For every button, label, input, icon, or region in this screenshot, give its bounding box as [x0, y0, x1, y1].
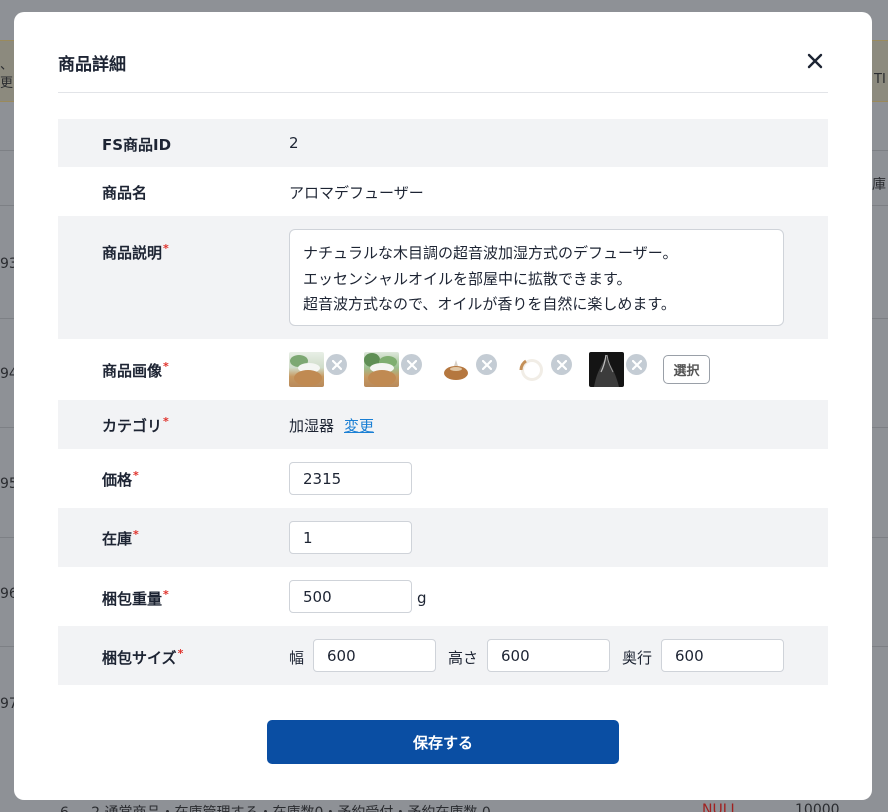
diffuser-image	[444, 360, 468, 380]
select-image-button[interactable]: 選択	[663, 355, 710, 384]
row-images: 商品画像* 選択	[58, 339, 828, 400]
diffuser-image	[364, 353, 397, 386]
modal-header: 商品詳細	[58, 12, 828, 93]
diffuser-image	[519, 359, 543, 381]
images-label: 商品画像*	[102, 360, 169, 381]
close-icon	[631, 359, 642, 370]
package-weight-label-text: 梱包重量	[102, 590, 163, 608]
category-value: 加湿器	[289, 417, 335, 435]
product-detail-modal: 商品詳細 FS商品ID 2 商品名 アロマデフューザー 商品説明* ナチュラルな…	[14, 12, 872, 800]
name-label: 商品名	[102, 184, 148, 202]
background-row-text: 6 2 通常商品・在庫管理する・在庫数0・予約受付・予約在庫数 0	[60, 802, 491, 812]
close-icon	[807, 53, 823, 69]
fs-id-value: 2	[289, 134, 299, 152]
category-label-text: カテゴリ	[102, 417, 163, 435]
remove-image-button[interactable]	[401, 354, 422, 375]
required-mark: *	[133, 528, 139, 541]
depth-label: 奥行	[622, 649, 653, 667]
save-button[interactable]: 保存する	[267, 720, 619, 764]
product-image-thumbnail[interactable]	[589, 352, 624, 387]
row-package-weight: 梱包重量* g	[58, 567, 828, 626]
row-stock: 在庫*	[58, 508, 828, 567]
background-fragment: 更	[0, 76, 14, 91]
package-size-label-text: 梱包サイズ	[102, 649, 177, 667]
weight-unit: g	[417, 589, 427, 607]
height-label: 高さ	[448, 649, 479, 667]
modal-title: 商品詳細	[58, 55, 126, 75]
remove-image-button[interactable]	[476, 354, 497, 375]
product-image-thumbnail[interactable]	[439, 352, 474, 387]
required-mark: *	[163, 588, 169, 601]
required-mark: *	[163, 360, 169, 373]
row-package-size: 梱包サイズ* 幅 高さ 奥行	[58, 626, 828, 685]
required-mark: *	[133, 469, 139, 482]
depth-input[interactable]	[661, 639, 784, 672]
product-image-thumbnail[interactable]	[364, 352, 399, 387]
close-icon	[406, 359, 417, 370]
stock-label-text: 在庫	[102, 530, 133, 548]
package-size-label: 梱包サイズ*	[102, 647, 183, 668]
row-fs-id: FS商品ID 2	[58, 119, 828, 167]
stock-input[interactable]	[289, 521, 412, 554]
close-button[interactable]	[802, 48, 828, 74]
name-value: アロマデフューザー	[289, 184, 424, 202]
required-mark: *	[163, 415, 169, 428]
category-label: カテゴリ*	[102, 415, 169, 436]
description-label: 商品説明*	[102, 242, 169, 263]
background-fragment: 庫	[872, 177, 886, 193]
images-label-text: 商品画像	[102, 362, 163, 380]
package-weight-label: 梱包重量*	[102, 588, 169, 609]
width-label: 幅	[289, 649, 305, 667]
stock-label: 在庫*	[102, 528, 139, 549]
price-input[interactable]	[289, 462, 412, 495]
product-image-thumbnail[interactable]	[289, 352, 324, 387]
background-fragment: TI	[874, 72, 886, 87]
price-label-text: 価格	[102, 471, 133, 489]
change-category-link[interactable]: 変更	[344, 415, 374, 436]
close-icon	[331, 359, 342, 370]
row-category: カテゴリ* 加湿器 変更	[58, 400, 828, 449]
row-name: 商品名 アロマデフューザー	[58, 167, 828, 216]
close-icon	[481, 359, 492, 370]
product-form: FS商品ID 2 商品名 アロマデフューザー 商品説明* ナチュラルな木目調の超…	[58, 119, 828, 685]
price-label: 価格*	[102, 469, 139, 490]
row-price: 価格*	[58, 449, 828, 508]
background-fragment: 、	[0, 58, 14, 73]
description-label-text: 商品説明	[102, 244, 163, 262]
diffuser-image	[594, 354, 619, 387]
width-input[interactable]	[313, 639, 436, 672]
remove-image-button[interactable]	[326, 354, 347, 375]
package-weight-input[interactable]	[289, 580, 412, 613]
remove-image-button[interactable]	[626, 354, 647, 375]
description-textarea[interactable]: ナチュラルな木目調の超音波加湿方式のデフューザー。 エッセンシャルオイルを部屋中…	[289, 229, 784, 326]
diffuser-image	[290, 355, 322, 386]
close-icon	[556, 359, 567, 370]
row-description: 商品説明* ナチュラルな木目調の超音波加湿方式のデフューザー。 エッセンシャルオ…	[58, 216, 828, 339]
remove-image-button[interactable]	[551, 354, 572, 375]
fs-id-label: FS商品ID	[102, 136, 172, 154]
height-input[interactable]	[487, 639, 610, 672]
background-null-text: NULL	[702, 802, 739, 812]
background-number-text: 10000	[795, 802, 840, 812]
required-mark: *	[177, 647, 184, 660]
product-image-thumbnail[interactable]	[514, 352, 549, 387]
required-mark: *	[163, 242, 169, 255]
